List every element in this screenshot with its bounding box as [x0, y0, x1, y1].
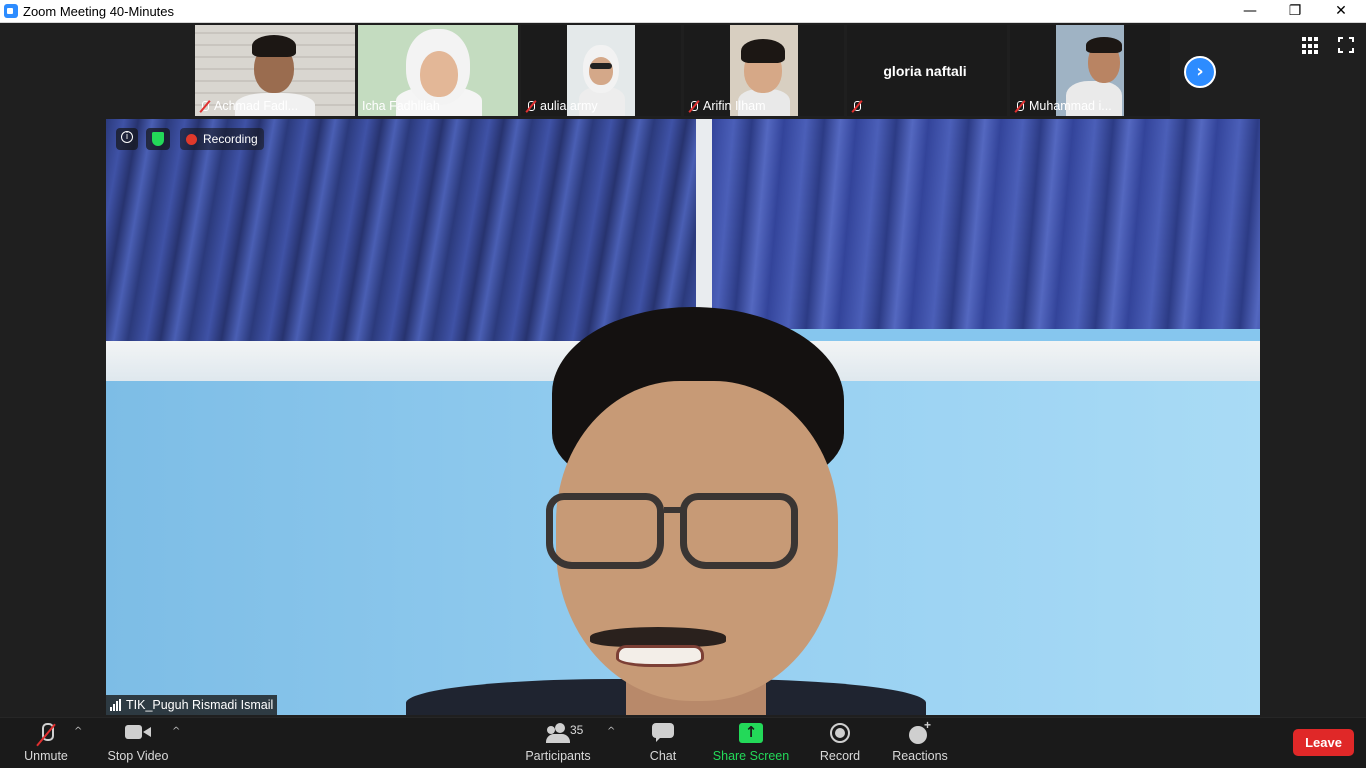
participant-tile[interactable]: Achmad Fadl...	[195, 25, 355, 116]
speaker-mustache	[590, 627, 726, 647]
mute-icon	[1014, 100, 1026, 113]
participant-label: Achmad Fadl...	[199, 98, 298, 114]
participant-name: Muhammad i...	[1029, 99, 1112, 113]
participant-name: Icha Fadhlilah	[362, 99, 440, 113]
meeting-toolbar: Unmute ^ Stop Video ^ 35 Participants ^ …	[0, 717, 1366, 767]
video-options-caret[interactable]: ^	[172, 726, 180, 737]
participants-button[interactable]: 35 Participants	[524, 718, 592, 768]
participant-name: Achmad Fadl...	[214, 99, 299, 113]
speaker-name-tag: TIK_Puguh Rismadi Ismail	[106, 695, 278, 715]
record-icon	[830, 723, 850, 743]
chat-icon	[652, 723, 674, 743]
participants-icon	[543, 723, 573, 743]
speaker-name: TIK_Puguh Rismadi Ismail	[126, 698, 274, 712]
background-curtain	[712, 119, 1260, 329]
unmute-button[interactable]: Unmute	[18, 718, 74, 768]
background-curtain	[106, 119, 696, 349]
recording-dot-icon	[186, 133, 197, 145]
restore-button[interactable]: ❐	[1272, 0, 1318, 22]
minimize-button[interactable]: —	[1227, 0, 1273, 22]
reactions-label: Reactions	[892, 749, 948, 763]
chat-label: Chat	[649, 749, 677, 763]
meeting-area: Achmad Fadl... Icha Fadhlilah aulia army…	[0, 23, 1366, 717]
share-screen-label: Share Screen	[712, 749, 790, 763]
participant-display-name: gloria naftali	[883, 63, 967, 79]
recording-indicator[interactable]: Recording	[180, 128, 264, 150]
speaker-mouth	[616, 645, 704, 667]
glasses-left-lens	[546, 493, 664, 569]
participant-tile[interactable]: Arifin Ilham	[684, 25, 844, 116]
reactions-icon	[909, 718, 931, 745]
shield-icon[interactable]	[146, 128, 170, 150]
mute-icon	[688, 100, 700, 113]
participant-count: 35	[570, 723, 584, 737]
participants-options-caret[interactable]: ^	[607, 726, 615, 737]
mute-icon	[851, 100, 863, 113]
window-titlebar: Zoom Meeting 40-Minutes — ❐ ✕	[0, 0, 1366, 23]
record-button[interactable]: Record	[815, 718, 865, 768]
participant-label: Muhammad i...	[1014, 98, 1112, 114]
chat-button[interactable]: Chat	[640, 718, 686, 768]
participant-label: aulia army	[525, 98, 598, 114]
mute-icon	[525, 100, 537, 113]
microphone-muted-icon	[36, 723, 56, 747]
participants-label: Participants	[525, 749, 591, 763]
stop-video-button[interactable]: Stop Video	[104, 718, 172, 768]
grid-view-icon[interactable]	[1302, 37, 1320, 55]
record-label: Record	[819, 749, 861, 763]
fullscreen-icon[interactable]	[1338, 37, 1354, 53]
glasses-right-lens	[680, 493, 798, 569]
glasses-bridge	[664, 507, 684, 513]
next-page-button[interactable]: ›	[1184, 56, 1216, 88]
info-icon[interactable]	[116, 128, 138, 150]
participant-label: Icha Fadhlilah	[362, 98, 440, 114]
participant-tile[interactable]: Icha Fadhlilah	[358, 25, 518, 116]
leave-button[interactable]: Leave	[1293, 729, 1354, 756]
active-speaker-video	[106, 119, 1260, 715]
participant-label	[851, 98, 863, 114]
stop-video-label: Stop Video	[107, 749, 169, 763]
audio-options-caret[interactable]: ^	[74, 726, 82, 737]
participant-name: aulia army	[540, 99, 598, 113]
zoom-app-icon	[4, 4, 18, 18]
participant-name: Arifin Ilham	[703, 99, 766, 113]
video-camera-icon	[125, 723, 151, 741]
participant-label: Arifin Ilham	[688, 98, 766, 114]
participant-tile[interactable]: aulia army	[521, 25, 681, 116]
share-screen-button[interactable]: Share Screen	[712, 718, 790, 768]
recording-label: Recording	[203, 132, 258, 146]
close-button[interactable]: ✕	[1318, 0, 1364, 22]
reactions-button[interactable]: Reactions	[890, 718, 950, 768]
signal-icon	[110, 699, 121, 711]
window-title: Zoom Meeting 40-Minutes	[23, 4, 175, 19]
unmute-label: Unmute	[24, 749, 68, 763]
chevron-right-icon: ›	[1196, 61, 1204, 82]
share-screen-icon	[739, 723, 763, 743]
mute-icon	[199, 100, 211, 113]
participant-strip: Achmad Fadl... Icha Fadhlilah aulia army…	[0, 23, 1366, 118]
participant-tile[interactable]: Muhammad i...	[1010, 25, 1170, 116]
